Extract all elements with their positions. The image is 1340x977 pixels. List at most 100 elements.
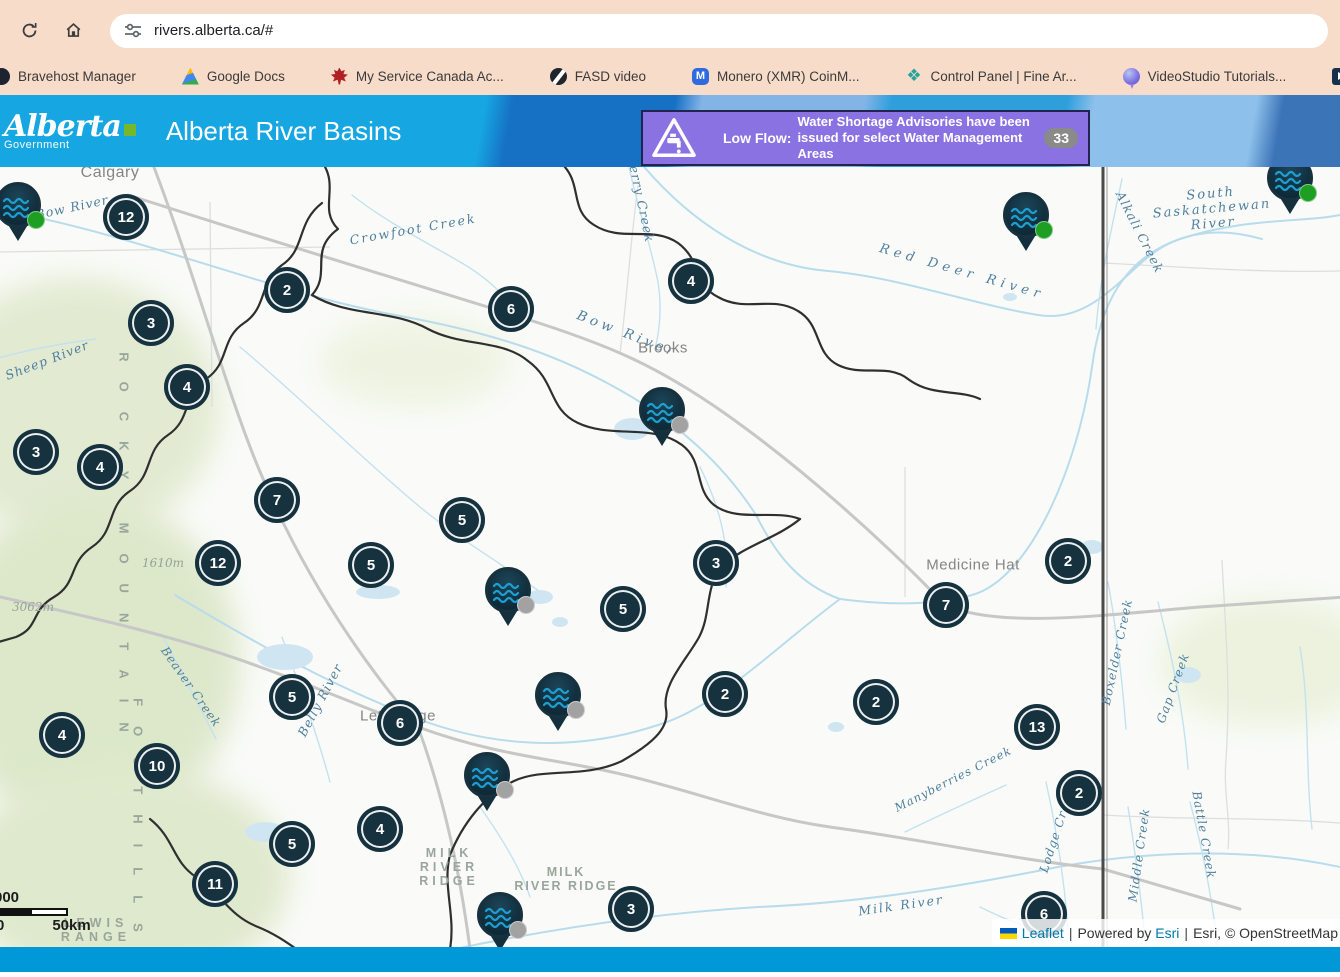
cluster-marker[interactable]: 3 [693, 540, 739, 586]
cluster-marker[interactable]: 7 [923, 582, 969, 628]
cluster-marker[interactable]: 5 [269, 821, 315, 867]
scale-zero-label: 0 [0, 917, 4, 934]
status-dot-gray [671, 416, 689, 434]
water-station-marker[interactable] [464, 752, 510, 798]
esri-link[interactable]: Esri [1155, 925, 1179, 941]
cluster-marker[interactable]: 5 [269, 674, 315, 720]
address-bar[interactable]: rivers.alberta.ca/# [110, 14, 1328, 48]
advisory-message: Water Shortage Advisories have been issu… [797, 114, 1038, 162]
scale-bar-segment [30, 908, 68, 916]
attribution-credits: Esri, © OpenStreetMap [1193, 925, 1338, 941]
cluster-marker[interactable]: 7 [254, 477, 300, 523]
footer-bar [0, 947, 1340, 972]
status-dot-green [1035, 221, 1053, 239]
cluster-marker[interactable]: 2 [853, 679, 899, 725]
bookmark-label: FASD video [575, 69, 646, 84]
page-title: Alberta River Basins [166, 116, 402, 147]
bookmark-item[interactable]: ❖Control Panel | Fine Ar... [906, 68, 1077, 85]
alberta-logo: Alberta Government [4, 112, 136, 151]
cluster-marker[interactable]: 3 [128, 300, 174, 346]
cluster-marker[interactable]: 4 [39, 712, 85, 758]
scale-bar-segment [0, 908, 30, 916]
water-station-marker[interactable] [0, 182, 41, 228]
bookmark-label: Monero (XMR) CoinM... [717, 69, 860, 84]
map-scale-control: 000 0 50km [0, 889, 91, 934]
cluster-marker[interactable]: 5 [348, 542, 394, 588]
teal-bookmark-icon: ❖ [906, 68, 923, 85]
cluster-marker[interactable]: 4 [164, 364, 210, 410]
cluster-marker[interactable]: 6 [488, 286, 534, 332]
maple-bookmark-icon [331, 68, 348, 85]
status-dot-gray [517, 596, 535, 614]
status-dot-green [1299, 184, 1317, 202]
bookmark-item[interactable]: Bravehost Manager [2, 68, 136, 85]
bookmark-item[interactable]: My Service Canada Ac... [331, 68, 504, 85]
water-station-marker[interactable] [1267, 167, 1313, 201]
bookmark-item[interactable]: M Monero (XMR) CoinM... [692, 68, 860, 85]
cluster-marker[interactable]: 10 [134, 743, 180, 789]
footer-white-strip [0, 972, 1340, 977]
advisory-label: Low Flow: [723, 130, 791, 146]
bookmark-label: VideoStudio Tutorials... [1148, 69, 1287, 84]
cluster-marker[interactable]: 5 [600, 586, 646, 632]
bookmark-item[interactable]: VideoStudio Tutorials... [1123, 68, 1287, 85]
cluster-marker[interactable]: 4 [357, 806, 403, 852]
browser-chrome: rivers.alberta.ca/# Bravehost Manager Goo… [0, 0, 1340, 95]
cluster-marker[interactable]: 2 [702, 671, 748, 717]
balloon-bookmark-icon [1123, 68, 1140, 85]
bookmark-label: My Service Canada Ac... [356, 69, 504, 84]
low-flow-advisory-banner[interactable]: Low Flow: Water Shortage Advisories have… [641, 110, 1090, 166]
ukraine-flag-icon [1000, 928, 1017, 939]
cluster-marker[interactable]: 2 [264, 267, 310, 313]
leaflet-link[interactable]: Leaflet [1022, 925, 1064, 941]
cluster-marker[interactable]: 12 [195, 540, 241, 586]
scale-bar [0, 908, 68, 916]
url-text: rivers.alberta.ca/# [154, 22, 273, 39]
cluster-marker[interactable]: 11 [192, 861, 238, 907]
cluster-marker[interactable]: 2 [1056, 770, 1102, 816]
monero-bookmark-icon: M [692, 68, 709, 85]
browser-toolbar: rivers.alberta.ca/# [0, 0, 1340, 57]
play-bookmark-icon [1332, 68, 1340, 85]
cluster-marker[interactable]: 3 [13, 429, 59, 475]
app-header: Alberta Government Alberta River Basins … [0, 95, 1340, 167]
attribution-separator: | [1184, 925, 1188, 941]
attribution-separator: | [1069, 925, 1073, 941]
cluster-marker[interactable]: 3 [608, 886, 654, 932]
reload-button[interactable] [14, 16, 44, 46]
bookmark-item[interactable]: FASD video [550, 68, 646, 85]
bookmark-label: Google Docs [207, 69, 285, 84]
powered-by-text: Powered by [1077, 925, 1151, 941]
alberta-logo-sub: Government [4, 140, 136, 151]
reload-icon [20, 21, 39, 40]
site-settings-icon[interactable] [124, 22, 142, 40]
scale-top-label: 000 [0, 889, 91, 906]
bookmark-item[interactable]: Nicholas Susi, Pia... [1332, 68, 1340, 85]
bravehost-bookmark-icon [0, 68, 10, 85]
advisory-count-badge: 33 [1044, 128, 1078, 148]
cluster-marker[interactable]: 12 [103, 194, 149, 240]
bookmark-label: Bravehost Manager [18, 69, 136, 84]
status-dot-gray [496, 781, 514, 799]
map-attribution: Leaflet | Powered by Esri | Esri, © Open… [992, 919, 1340, 947]
status-dot-gray [509, 921, 527, 939]
map-region[interactable]: CalgaryBow RiverCrowfoot CreekBerry Cree… [0, 167, 1340, 947]
bookmark-item[interactable]: Google Docs [182, 68, 285, 85]
cluster-marker[interactable]: 5 [439, 497, 485, 543]
bookmarks-bar: Bravehost Manager Google Docs My Service C… [0, 57, 1340, 95]
cluster-marker[interactable]: 2 [1045, 538, 1091, 584]
cluster-marker[interactable]: 4 [668, 258, 714, 304]
water-station-marker[interactable] [639, 387, 685, 433]
scale-km-label: 50km [52, 917, 90, 934]
water-station-marker[interactable] [485, 567, 531, 613]
water-station-marker[interactable] [477, 892, 523, 938]
cluster-marker[interactable]: 4 [77, 444, 123, 490]
water-station-marker[interactable] [1003, 192, 1049, 238]
home-button[interactable] [58, 16, 88, 46]
cluster-marker[interactable]: 13 [1014, 704, 1060, 750]
home-icon [64, 21, 83, 40]
globe-bookmark-icon [550, 68, 567, 85]
water-station-marker[interactable] [535, 672, 581, 718]
cluster-marker[interactable]: 6 [377, 700, 423, 746]
status-dot-gray [567, 701, 585, 719]
